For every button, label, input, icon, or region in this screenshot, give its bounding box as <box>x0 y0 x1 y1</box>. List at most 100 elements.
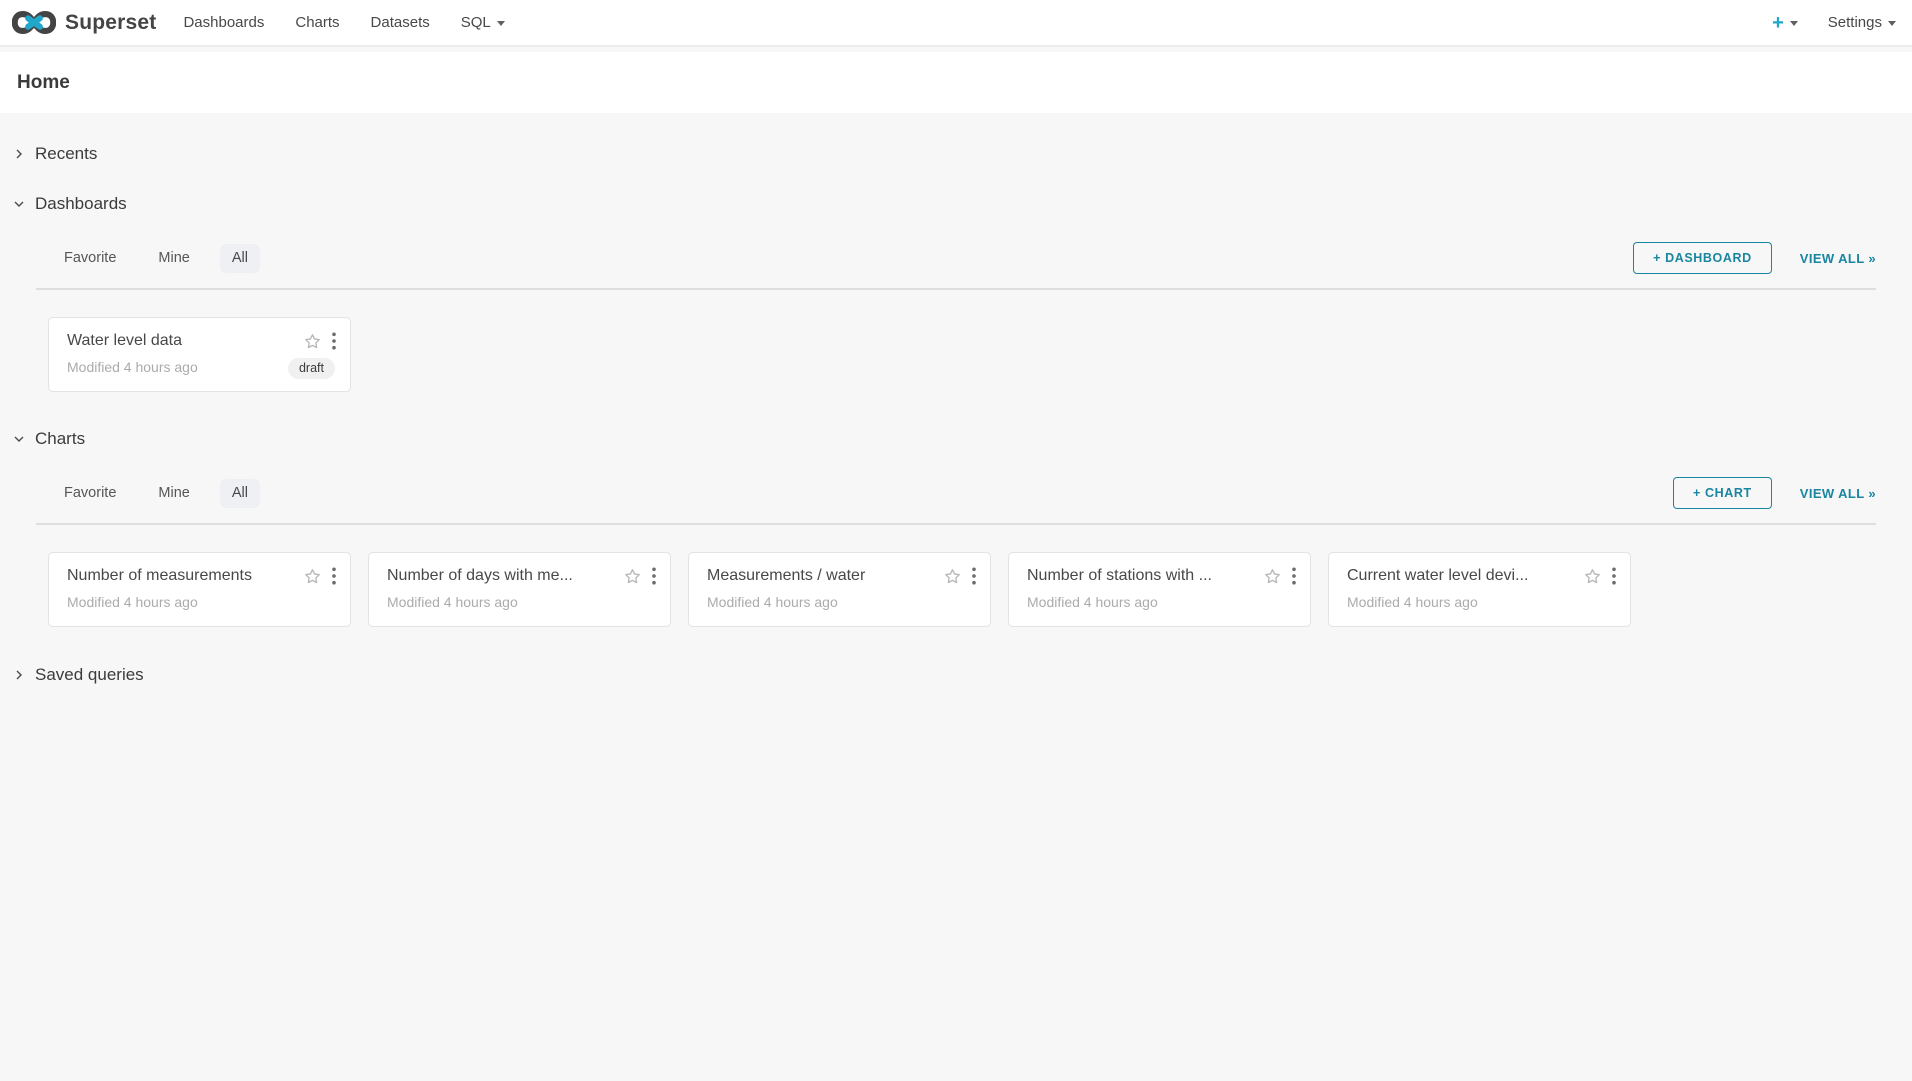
divider <box>36 288 1876 290</box>
card-icons <box>303 332 336 351</box>
card-title-row: Measurements / water <box>707 566 976 586</box>
navbar-right: + Settings <box>1772 13 1896 33</box>
kebab-menu-icon[interactable] <box>652 567 656 585</box>
nav-item-charts[interactable]: Charts <box>295 10 339 35</box>
divider <box>36 523 1876 525</box>
section-title: Recents <box>35 144 97 164</box>
favorite-star-icon[interactable] <box>1263 567 1282 586</box>
dashboard-card[interactable]: Water level data Modified 4 hours ago dr… <box>48 317 351 392</box>
nav-item-label: Dashboards <box>183 14 264 31</box>
favorite-star-icon[interactable] <box>1583 567 1602 586</box>
chart-cards: Number of measurements Modified 4 hours … <box>48 552 1876 627</box>
section-header-dashboards[interactable]: Dashboards <box>13 193 1876 215</box>
tab-filter[interactable]: All <box>220 244 260 273</box>
kebab-menu-icon[interactable] <box>332 332 336 350</box>
dashboards-actions: + DASHBOARD VIEW ALL » <box>1633 242 1876 274</box>
card-title-row: Water level data <box>67 331 336 351</box>
card-title-row: Number of stations with ... <box>1027 566 1296 586</box>
view-all-charts-link[interactable]: VIEW ALL » <box>1800 486 1876 501</box>
card-title-row: Number of days with me... <box>387 566 656 586</box>
charts-tabs: Favorite Mine All <box>52 479 260 508</box>
chevron-down-icon <box>13 433 25 445</box>
dashboard-cards: Water level data Modified 4 hours ago dr… <box>48 317 1876 392</box>
nav-item-dashboards[interactable]: Dashboards <box>183 10 264 35</box>
caret-down-icon <box>497 21 505 26</box>
tab-filter[interactable]: Mine <box>146 244 201 273</box>
settings-label: Settings <box>1828 14 1882 31</box>
favorite-star-icon[interactable] <box>623 567 642 586</box>
tab-filter[interactable]: Favorite <box>52 479 128 508</box>
caret-down-icon <box>1888 21 1896 26</box>
section-header-recents[interactable]: Recents <box>13 143 1876 165</box>
card-modified: Modified 4 hours ago <box>707 594 976 611</box>
page-header: Home <box>0 52 1912 113</box>
card-title-row: Current water level devi... <box>1347 566 1616 586</box>
chart-card[interactable]: Number of stations with ... Modified 4 h… <box>1008 552 1311 627</box>
section-title: Saved queries <box>35 665 144 685</box>
chart-card[interactable]: Current water level devi... Modified 4 h… <box>1328 552 1631 627</box>
card-icons <box>303 567 336 586</box>
card-title[interactable]: Measurements / water <box>707 566 935 586</box>
section-title: Charts <box>35 429 85 449</box>
favorite-star-icon[interactable] <box>303 332 322 351</box>
card-modified: Modified 4 hours ago <box>67 594 336 611</box>
dashboards-controls: Favorite Mine All + DASHBOARD VIEW ALL » <box>13 243 1876 273</box>
superset-infinity-icon <box>12 9 56 36</box>
card-modified: Modified 4 hours ago <box>1027 594 1296 611</box>
kebab-menu-icon[interactable] <box>1612 567 1616 585</box>
chevron-right-icon <box>13 669 25 681</box>
card-title[interactable]: Water level data <box>67 331 295 351</box>
card-title[interactable]: Number of stations with ... <box>1027 566 1255 586</box>
charts-actions: + CHART VIEW ALL » <box>1673 477 1876 509</box>
chart-card[interactable]: Number of measurements Modified 4 hours … <box>48 552 351 627</box>
section-title: Dashboards <box>35 194 127 214</box>
nav-item-datasets[interactable]: Datasets <box>371 10 430 35</box>
plus-icon: + <box>1772 13 1784 33</box>
chevron-right-icon <box>13 148 25 160</box>
nav-menu: Dashboards Charts Datasets SQL <box>183 10 504 35</box>
card-icons <box>1583 567 1616 586</box>
new-item-menu[interactable]: + <box>1772 13 1798 33</box>
caret-down-icon <box>1790 21 1798 26</box>
favorite-star-icon[interactable] <box>303 567 322 586</box>
charts-controls: Favorite Mine All + CHART VIEW ALL » <box>13 478 1876 508</box>
chart-card[interactable]: Measurements / water Modified 4 hours ag… <box>688 552 991 627</box>
card-icons <box>943 567 976 586</box>
section-header-saved-queries[interactable]: Saved queries <box>13 664 1876 686</box>
tab-filter[interactable]: All <box>220 479 260 508</box>
add-chart-button[interactable]: + CHART <box>1673 477 1772 509</box>
card-title[interactable]: Number of measurements <box>67 566 295 586</box>
section-charts: Charts Favorite Mine All + CHART VIEW AL… <box>13 428 1876 627</box>
kebab-menu-icon[interactable] <box>972 567 976 585</box>
card-modified: Modified 4 hours ago <box>1347 594 1616 611</box>
chart-card[interactable]: Number of days with me... Modified 4 hou… <box>368 552 671 627</box>
status-badge: draft <box>288 358 335 379</box>
superset-logo[interactable]: Superset <box>12 9 156 36</box>
view-all-dashboards-link[interactable]: VIEW ALL » <box>1800 251 1876 266</box>
home-content: Recents Dashboards Favorite Mine All + D… <box>0 143 1912 686</box>
section-dashboards: Dashboards Favorite Mine All + DASHBOARD… <box>13 193 1876 392</box>
section-header-charts[interactable]: Charts <box>13 428 1876 450</box>
nav-item-sql[interactable]: SQL <box>461 10 505 35</box>
kebab-menu-icon[interactable] <box>1292 567 1296 585</box>
dashboards-tabs: Favorite Mine All <box>52 244 260 273</box>
card-title[interactable]: Number of days with me... <box>387 566 615 586</box>
navbar: Superset Dashboards Charts Datasets SQL … <box>0 0 1912 47</box>
card-icons <box>623 567 656 586</box>
nav-item-label: Charts <box>295 14 339 31</box>
card-title-row: Number of measurements <box>67 566 336 586</box>
nav-item-label: Datasets <box>371 14 430 31</box>
page-title: Home <box>17 72 70 94</box>
favorite-star-icon[interactable] <box>943 567 962 586</box>
brand-name: Superset <box>65 11 156 35</box>
card-icons <box>1263 567 1296 586</box>
tab-filter[interactable]: Mine <box>146 479 201 508</box>
add-dashboard-button[interactable]: + DASHBOARD <box>1633 242 1772 274</box>
kebab-menu-icon[interactable] <box>332 567 336 585</box>
card-modified: Modified 4 hours ago <box>387 594 656 611</box>
tab-filter[interactable]: Favorite <box>52 244 128 273</box>
nav-item-label: SQL <box>461 14 491 31</box>
chevron-down-icon <box>13 198 25 210</box>
settings-menu[interactable]: Settings <box>1828 14 1896 31</box>
card-title[interactable]: Current water level devi... <box>1347 566 1575 586</box>
